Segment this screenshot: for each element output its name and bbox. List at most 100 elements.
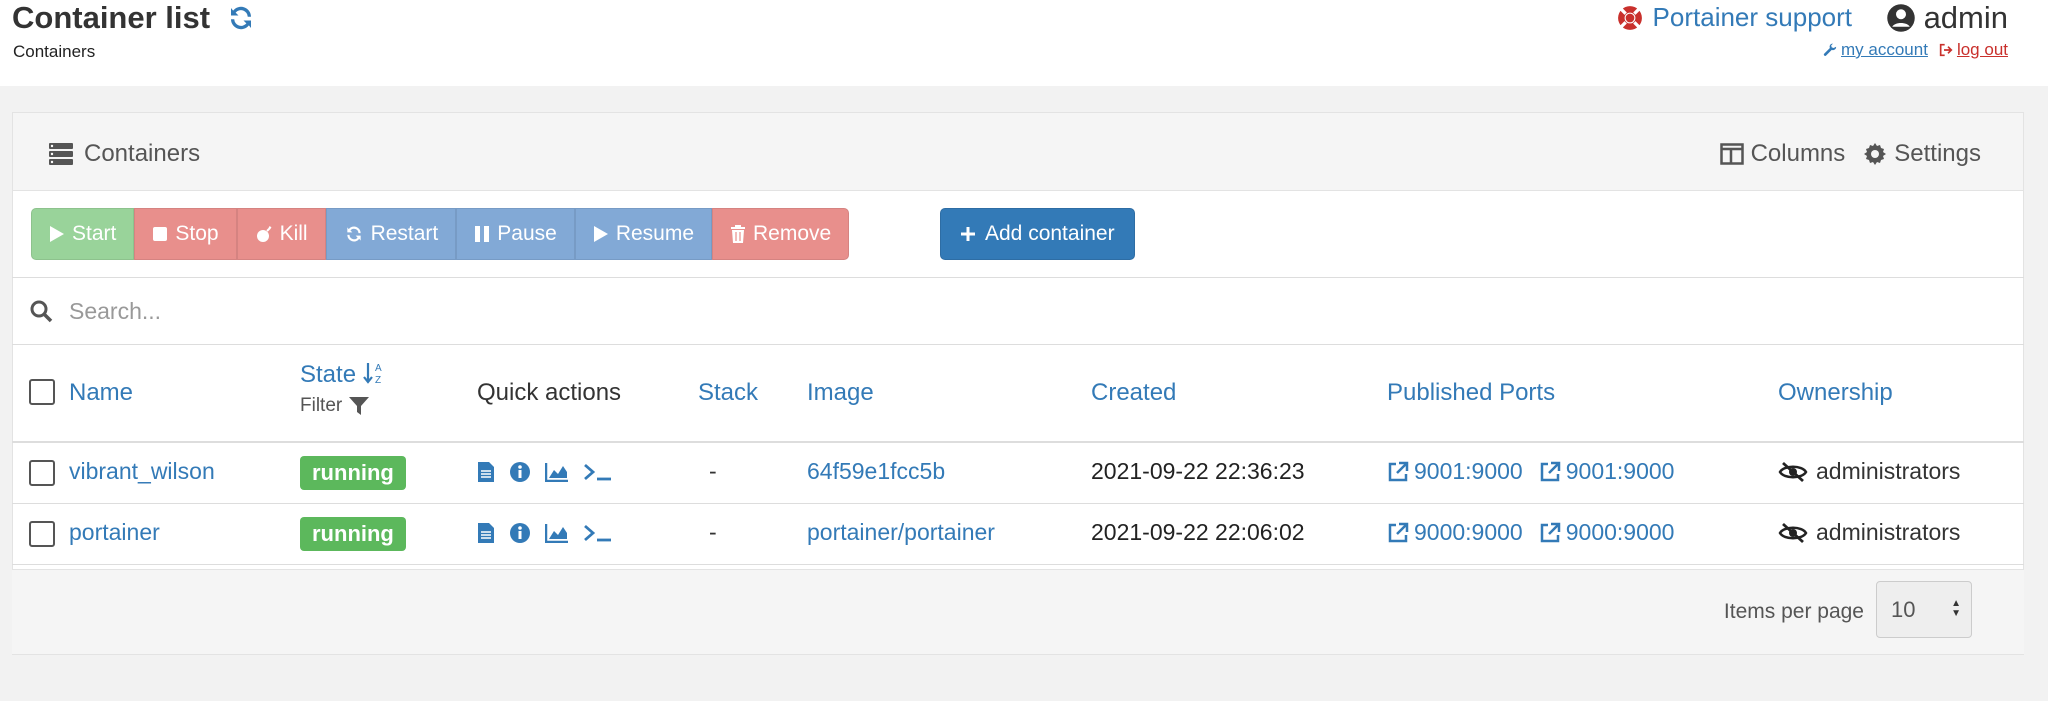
svg-text:A: A	[375, 363, 382, 374]
row-checkbox[interactable]	[29, 460, 55, 486]
eye-slash-icon	[1778, 522, 1808, 543]
log-out-label: log out	[1956, 40, 2008, 59]
search-bar	[12, 277, 2024, 345]
page-title-text: Container list	[12, 0, 211, 35]
external-link-icon	[1540, 522, 1560, 542]
page-header: Container list Containers Portainer supp…	[0, 0, 2048, 86]
created-value: 2021-09-22 22:36:23	[1091, 458, 1305, 484]
info-icon[interactable]	[509, 522, 531, 544]
created-value: 2021-09-22 22:06:02	[1091, 519, 1305, 545]
start-button[interactable]: Start	[31, 208, 135, 260]
items-per-page-label: Items per page	[1723, 600, 1864, 623]
refresh-icon[interactable]	[226, 3, 256, 33]
portainer-support-link[interactable]: Portainer support	[1617, 2, 1852, 33]
items-per-page-value: 10	[1891, 597, 1916, 622]
stats-chart-icon[interactable]	[545, 523, 569, 543]
plus-icon	[961, 227, 975, 241]
logs-icon[interactable]	[477, 522, 495, 544]
container-actions: Start Stop Kill Restart Pause Resume Rem…	[31, 208, 850, 260]
row-checkbox[interactable]	[29, 521, 55, 547]
refresh-icon	[346, 226, 361, 242]
resume-button[interactable]: Resume	[574, 208, 713, 260]
console-icon[interactable]	[583, 462, 613, 482]
port-link[interactable]: 9000:9000	[1387, 519, 1523, 546]
sign-out-icon	[1939, 43, 1953, 57]
quick-actions	[477, 461, 613, 483]
column-stack[interactable]: Stack	[698, 379, 758, 407]
widget-body: Start Stop Kill Restart Pause Resume Rem…	[12, 112, 2024, 655]
resume-label: Resume	[615, 222, 695, 245]
kill-label: Kill	[279, 222, 308, 245]
state-filter-label: Filter	[300, 395, 343, 416]
log-out-link[interactable]: log out	[1938, 40, 2008, 60]
ownership-label: administrators	[1816, 458, 1961, 484]
add-container-label: Add container	[985, 222, 1115, 245]
column-quick-actions: Quick actions	[477, 379, 622, 406]
pause-icon	[475, 226, 490, 242]
column-state[interactable]: State AZ	[300, 361, 385, 389]
port-link[interactable]: 9000:9000	[1539, 519, 1674, 546]
svg-text:Z: Z	[375, 375, 381, 385]
console-icon[interactable]	[583, 523, 613, 543]
ownership: administrators	[1778, 519, 1960, 546]
state-label: State	[300, 361, 357, 388]
restart-label: Restart	[370, 222, 439, 245]
user-circle-icon	[1886, 4, 1915, 32]
user-menu[interactable]: admin	[1886, 0, 2008, 36]
items-per-page-select[interactable]: 10 ▲ ▼	[1876, 581, 1972, 638]
quick-actions	[477, 522, 613, 544]
my-account-label: my account	[1841, 40, 1928, 59]
stop-button[interactable]: Stop	[134, 208, 237, 260]
image-link[interactable]: portainer/portainer	[807, 519, 995, 546]
state-filter[interactable]: Filter	[300, 395, 370, 417]
logs-icon[interactable]	[477, 461, 495, 483]
port-label: 9000:9000	[1414, 519, 1523, 545]
bomb-icon	[256, 226, 272, 242]
stack-value: -	[709, 458, 717, 484]
table-row: portainer running - portainer/portainer …	[12, 504, 2024, 565]
play-icon	[593, 226, 608, 242]
account-links: my account log out	[1823, 40, 2008, 60]
add-container-button[interactable]: Add container	[940, 208, 1135, 260]
container-name-link[interactable]: portainer	[69, 519, 160, 546]
column-name[interactable]: Name	[69, 379, 133, 407]
external-link-icon	[1388, 522, 1409, 542]
stop-icon	[153, 227, 168, 241]
ownership-label: administrators	[1816, 519, 1961, 545]
support-label: Portainer support	[1652, 2, 1852, 32]
page-title: Container list	[12, 0, 256, 36]
port-label: 9001:9000	[1565, 458, 1675, 484]
restart-button[interactable]: Restart	[325, 208, 457, 260]
my-account-link[interactable]: my account	[1823, 40, 1928, 60]
stats-chart-icon[interactable]	[545, 462, 569, 482]
pause-button[interactable]: Pause	[456, 208, 575, 260]
port-link[interactable]: 9001:9000	[1387, 458, 1523, 485]
table-header: Name State AZ Filter Quick actions Stack…	[12, 345, 2024, 443]
search-input[interactable]	[69, 297, 1469, 325]
image-link[interactable]: 64f59e1fcc5b	[807, 458, 945, 485]
column-published-ports[interactable]: Published Ports	[1387, 379, 1555, 407]
external-link-icon	[1540, 461, 1560, 481]
play-icon	[50, 226, 64, 242]
published-ports: 9001:9000 9001:9000	[1387, 458, 1674, 485]
select-all-checkbox[interactable]	[29, 379, 55, 405]
pause-label: Pause	[497, 222, 557, 245]
container-name-link[interactable]: vibrant_wilson	[69, 458, 215, 485]
published-ports: 9000:9000 9000:9000	[1387, 519, 1674, 546]
column-image[interactable]: Image	[807, 379, 874, 407]
username: admin	[1923, 0, 2008, 35]
column-created[interactable]: Created	[1091, 379, 1176, 407]
remove-button[interactable]: Remove	[712, 208, 850, 260]
select-arrows-icon: ▲ ▼	[1951, 598, 1961, 619]
stop-label: Stop	[175, 222, 219, 245]
kill-button[interactable]: Kill	[236, 208, 326, 260]
wrench-icon	[1823, 43, 1837, 56]
external-link-icon	[1388, 461, 1409, 481]
status-badge: running	[300, 517, 406, 551]
breadcrumb: Containers	[13, 42, 96, 61]
port-link[interactable]: 9001:9000	[1539, 458, 1675, 485]
column-ownership[interactable]: Ownership	[1778, 379, 1893, 407]
table-row: vibrant_wilson running - 64f59e1fcc5b 20…	[12, 443, 2024, 504]
search-icon	[30, 300, 53, 323]
info-icon[interactable]	[509, 461, 531, 483]
